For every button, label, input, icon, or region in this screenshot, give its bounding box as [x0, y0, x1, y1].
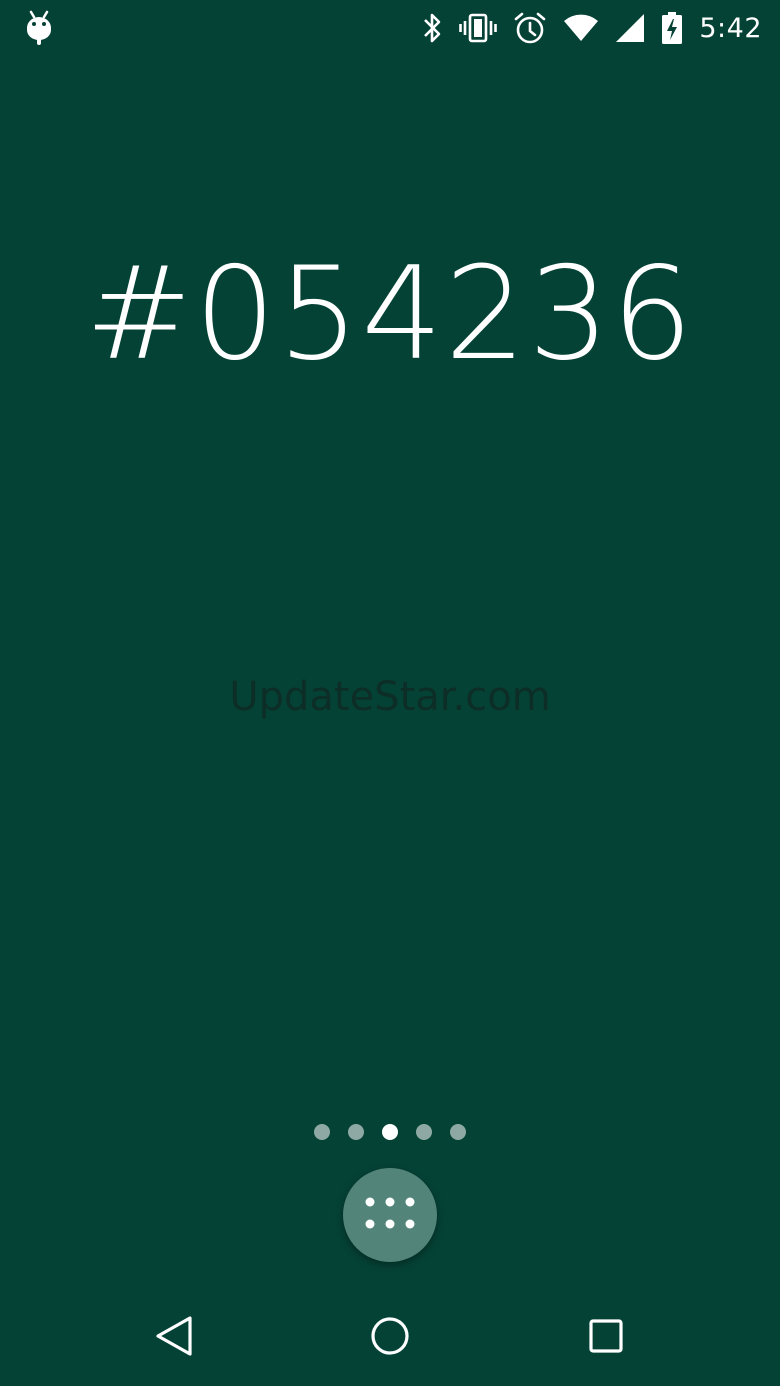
vibrate-icon — [459, 12, 498, 44]
page-dot[interactable] — [450, 1124, 466, 1140]
home-icon — [366, 1317, 414, 1364]
cell-signal-icon — [615, 13, 645, 43]
page-dot[interactable] — [314, 1124, 330, 1140]
android-debug-icon — [24, 10, 54, 50]
app-drawer-button[interactable] — [343, 1168, 437, 1262]
navigation-bar — [0, 1286, 780, 1386]
battery-charging-icon — [661, 11, 683, 45]
back-button[interactable] — [150, 1312, 198, 1360]
recents-icon — [582, 1319, 630, 1364]
status-icons: 5:42 — [421, 8, 762, 48]
page-dot[interactable] — [416, 1124, 432, 1140]
app-grid-icon — [363, 1194, 417, 1236]
recents-button[interactable] — [582, 1312, 630, 1360]
page-dot[interactable] — [348, 1124, 364, 1140]
page-indicator — [0, 1124, 780, 1140]
wifi-icon — [563, 13, 599, 43]
home-button[interactable] — [366, 1312, 414, 1360]
watermark-text: UpdateStar.com — [229, 674, 551, 720]
page-dot-active[interactable] — [382, 1124, 398, 1140]
alarm-icon — [513, 11, 547, 45]
status-bar: 5:42 — [0, 0, 780, 56]
color-code-display: #054236 — [85, 240, 695, 389]
status-clock: 5:42 — [699, 12, 762, 44]
back-icon — [150, 1316, 198, 1364]
bluetooth-icon — [421, 11, 443, 45]
